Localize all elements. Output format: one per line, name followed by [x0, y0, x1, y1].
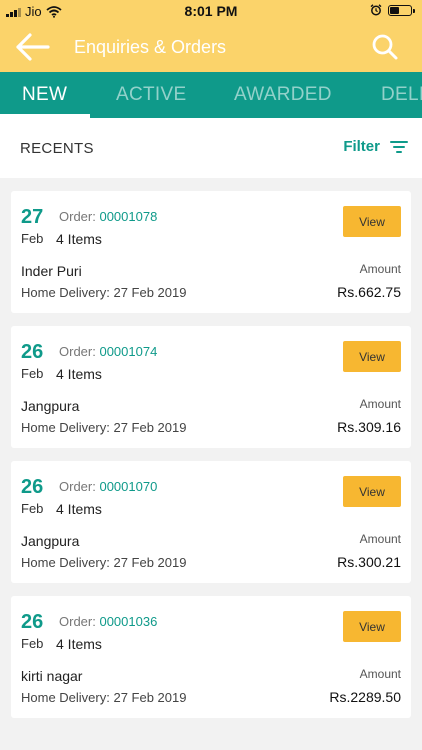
amount-label: Amount	[359, 262, 401, 276]
order-prefix: Order:	[59, 209, 100, 224]
order-number: 00001070	[99, 479, 158, 494]
order-location: Inder Puri	[21, 263, 82, 279]
recents-bar: RECENTS Filter	[0, 118, 422, 178]
order-number: 00001078	[99, 209, 158, 224]
order-number: 00001036	[99, 614, 158, 629]
order-label: Order: 00001036	[59, 614, 157, 629]
order-day: 26	[21, 476, 44, 498]
status-time: 8:01 PM	[184, 3, 238, 19]
filter-button[interactable]: Filter	[343, 138, 408, 155]
order-prefix: Order:	[59, 344, 100, 359]
order-amount: Rs.662.75	[337, 284, 401, 300]
order-label: Order: 00001078	[59, 209, 157, 224]
amount-label: Amount	[359, 532, 401, 546]
app-header: Jio 8:01 PM Enquiries & Orders	[0, 0, 422, 72]
view-button[interactable]: View	[343, 476, 401, 507]
battery-icon	[388, 4, 415, 16]
delivery-info: Home Delivery: 27 Feb 2019	[21, 555, 187, 570]
order-prefix: Order:	[59, 614, 100, 629]
order-card[interactable]: 26 Feb Order: 00001070 4 Items View Jang…	[11, 461, 411, 583]
delivery-info: Home Delivery: 27 Feb 2019	[21, 285, 187, 300]
order-amount: Rs.300.21	[337, 554, 401, 570]
order-location: kirti nagar	[21, 668, 83, 684]
order-location: Jangpura	[21, 398, 80, 414]
order-amount: Rs.309.16	[337, 419, 401, 435]
search-button[interactable]	[368, 30, 404, 64]
status-icons	[370, 4, 415, 16]
page-title: Enquiries & Orders	[74, 37, 227, 57]
filter-icon	[390, 140, 408, 153]
order-month: Feb	[21, 366, 44, 381]
order-card[interactable]: 26 Feb Order: 00001074 4 Items View Jang…	[11, 326, 411, 448]
order-month: Feb	[21, 636, 44, 651]
order-card[interactable]: 26 Feb Order: 00001036 4 Items View kirt…	[11, 596, 411, 718]
back-arrow-icon	[16, 33, 50, 61]
view-button[interactable]: View	[343, 206, 401, 237]
item-count: 4 Items	[56, 501, 102, 517]
order-label: Order: 00001074	[59, 344, 157, 359]
amount-label: Amount	[359, 397, 401, 411]
status-bar: Jio 8:01 PM	[0, 0, 422, 24]
order-day: 27	[21, 206, 44, 228]
order-day: 26	[21, 341, 44, 363]
order-month: Feb	[21, 501, 44, 516]
item-count: 4 Items	[56, 636, 102, 652]
filter-label: Filter	[343, 138, 380, 155]
tab-new[interactable]: NEW	[22, 84, 67, 106]
search-icon	[372, 34, 398, 60]
delivery-info: Home Delivery: 27 Feb 2019	[21, 420, 187, 435]
order-label: Order: 00001070	[59, 479, 157, 494]
order-number: 00001074	[99, 344, 158, 359]
order-month: Feb	[21, 231, 44, 246]
amount-label: Amount	[359, 667, 401, 681]
order-card[interactable]: 27 Feb Order: 00001078 4 Items View Inde…	[11, 191, 411, 313]
back-button[interactable]	[12, 30, 56, 64]
delivery-info: Home Delivery: 27 Feb 2019	[21, 690, 187, 705]
tab-active[interactable]: ACTIVE	[116, 84, 186, 106]
view-button[interactable]: View	[343, 611, 401, 642]
tab-delivered[interactable]: DELI	[381, 84, 422, 106]
tab-awarded[interactable]: AWARDED	[234, 84, 332, 106]
tab-bar: NEW ACTIVE AWARDED DELI	[0, 72, 422, 118]
order-amount: Rs.2289.50	[329, 689, 401, 705]
alarm-icon	[370, 4, 382, 16]
recents-heading: RECENTS	[20, 140, 94, 157]
view-button[interactable]: View	[343, 341, 401, 372]
item-count: 4 Items	[56, 366, 102, 382]
order-day: 26	[21, 611, 44, 633]
order-prefix: Order:	[59, 479, 100, 494]
item-count: 4 Items	[56, 231, 102, 247]
order-location: Jangpura	[21, 533, 80, 549]
